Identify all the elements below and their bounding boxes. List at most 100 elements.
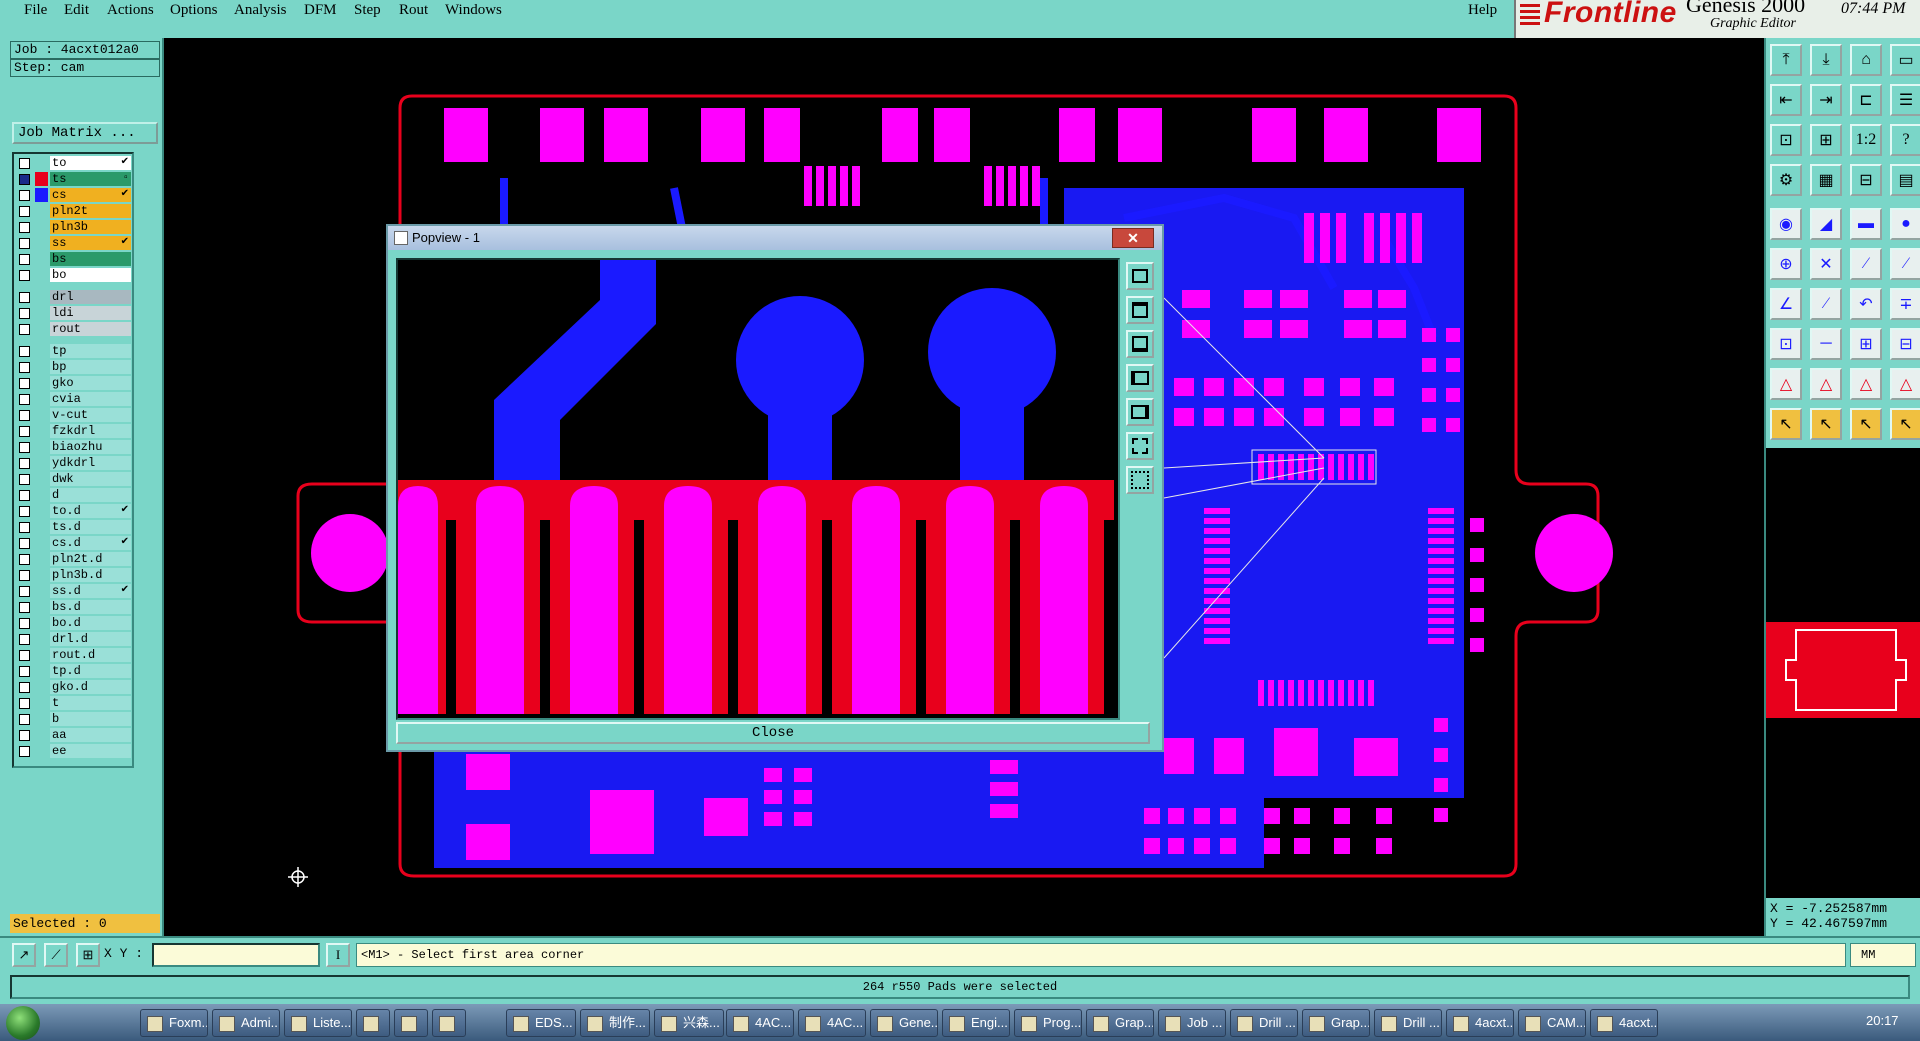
layer-name[interactable]: to.d ✔ xyxy=(50,504,131,518)
layer-color-swatch[interactable] xyxy=(35,488,48,502)
layer-row[interactable]: drl.d xyxy=(14,632,132,647)
grid-icon[interactable]: ⊞ xyxy=(76,943,100,967)
menu-help[interactable]: Help xyxy=(1468,2,1497,19)
select-arrow-icon[interactable]: ↖ xyxy=(1770,408,1802,440)
layer-row[interactable]: ss ✔ xyxy=(14,236,132,251)
layer-name[interactable]: d xyxy=(50,488,131,502)
triangle-icon[interactable]: △ xyxy=(1770,368,1802,400)
layer-checkbox[interactable] xyxy=(19,362,30,373)
layer-color-swatch[interactable] xyxy=(35,392,48,406)
layer-checkbox[interactable] xyxy=(19,490,30,501)
layer-name[interactable]: cs.d ✔ xyxy=(50,536,131,550)
taskbar-button[interactable]: Prog... xyxy=(1014,1009,1082,1037)
zoom-box-icon[interactable]: ⊏ xyxy=(1850,84,1882,116)
layer-row[interactable]: tp.d xyxy=(14,664,132,679)
layer-name[interactable]: dwk xyxy=(50,472,131,486)
layer-checkbox[interactable] xyxy=(19,394,30,405)
copy-icon[interactable]: ⊟ xyxy=(1890,328,1920,360)
layer-color-swatch[interactable] xyxy=(35,696,48,710)
measure-icon[interactable]: ⟋ xyxy=(44,943,68,967)
popview-zoom-in-icon[interactable] xyxy=(1126,296,1154,324)
layer-color-swatch[interactable] xyxy=(35,456,48,470)
layer-row[interactable]: fzkdrl xyxy=(14,424,132,439)
layer-color-swatch[interactable] xyxy=(35,552,48,566)
line-icon[interactable]: ▬ xyxy=(1850,208,1882,240)
layer-color-swatch[interactable] xyxy=(35,252,48,266)
layer-checkbox[interactable] xyxy=(19,570,30,581)
layer-name[interactable]: ldi xyxy=(50,306,131,320)
taskbar-button[interactable]: 4AC... xyxy=(726,1009,794,1037)
layer-color-swatch[interactable] xyxy=(35,290,48,304)
layer-row[interactable]: pln2t xyxy=(14,204,132,219)
layer-name[interactable]: rout.d xyxy=(50,648,131,662)
layer-name[interactable]: pln2t xyxy=(50,204,131,218)
menu-file[interactable]: File xyxy=(24,2,47,19)
layer-checkbox[interactable] xyxy=(19,308,30,319)
start-button-icon[interactable] xyxy=(6,1006,40,1040)
taskbar-button[interactable]: CAM... xyxy=(1518,1009,1586,1037)
taskbar-button[interactable]: Drill ... xyxy=(1230,1009,1298,1037)
box-icon[interactable]: ⊞ xyxy=(1850,328,1882,360)
layer-color-swatch[interactable] xyxy=(35,680,48,694)
layer-name[interactable]: ss.d ✔ xyxy=(50,584,131,598)
triangle-4-icon[interactable]: △ xyxy=(1890,368,1920,400)
layer-row[interactable]: bo xyxy=(14,268,132,283)
board-overview-minimap[interactable] xyxy=(1766,622,1920,718)
menu-windows[interactable]: Windows xyxy=(445,2,502,19)
layer-checkbox[interactable] xyxy=(19,254,30,265)
taskbar-button[interactable] xyxy=(432,1009,466,1037)
layer-row[interactable]: ee xyxy=(14,744,132,759)
layer-name[interactable]: bo xyxy=(50,268,131,282)
menu-dfm[interactable]: DFM xyxy=(304,2,337,19)
layer-checkbox[interactable] xyxy=(19,714,30,725)
layer-color-swatch[interactable] xyxy=(35,472,48,486)
popview-pan-left-icon[interactable] xyxy=(1126,364,1154,392)
layer-color-swatch[interactable] xyxy=(35,728,48,742)
layer-checkbox[interactable] xyxy=(19,602,30,613)
menu-actions[interactable]: Actions xyxy=(107,2,154,19)
layer-checkbox[interactable] xyxy=(19,324,30,335)
layer-name[interactable]: ydkdrl xyxy=(50,456,131,470)
layer-name[interactable]: gko xyxy=(50,376,131,390)
layer-row[interactable]: pln3b.d xyxy=(14,568,132,583)
pan-right-icon[interactable]: ⇥ xyxy=(1810,84,1842,116)
job-matrix-button[interactable]: Job Matrix ... xyxy=(12,122,158,144)
zoom-area-icon[interactable]: ⊞ xyxy=(1810,124,1842,156)
layer-name[interactable]: gko.d xyxy=(50,680,131,694)
layer-color-swatch[interactable] xyxy=(35,648,48,662)
layer-color-swatch[interactable] xyxy=(35,632,48,646)
snap-icon[interactable]: ↗ xyxy=(12,943,36,967)
layer-name[interactable]: b xyxy=(50,712,131,726)
delete-icon[interactable]: ✕ xyxy=(1810,248,1842,280)
layer-checkbox[interactable] xyxy=(19,746,30,757)
layer-color-swatch[interactable] xyxy=(35,344,48,358)
layer-row[interactable]: cvia xyxy=(14,392,132,407)
layer-color-swatch[interactable] xyxy=(35,306,48,320)
layer-name[interactable]: ts.d xyxy=(50,520,131,534)
taskbar-clock[interactable]: 20:17 xyxy=(1866,1013,1899,1028)
layer-name[interactable]: rout xyxy=(50,322,131,336)
layer-name[interactable]: tp.d xyxy=(50,664,131,678)
layer-name[interactable]: fzkdrl xyxy=(50,424,131,438)
layer-row[interactable]: ldi xyxy=(14,306,132,321)
layer-name[interactable]: pln3b.d xyxy=(50,568,131,582)
pan-left-icon[interactable]: ⇤ xyxy=(1770,84,1802,116)
layer-color-swatch[interactable] xyxy=(35,322,48,336)
layer-checkbox[interactable] xyxy=(19,442,30,453)
layer-color-swatch[interactable] xyxy=(35,600,48,614)
home-view-icon[interactable]: ⌂ xyxy=(1850,44,1882,76)
layer-checkbox[interactable] xyxy=(19,270,30,281)
list-icon[interactable]: ▤ xyxy=(1890,164,1920,196)
taskbar-button[interactable]: Gene... xyxy=(870,1009,938,1037)
layer-checkbox[interactable] xyxy=(19,346,30,357)
popview-fit-icon[interactable] xyxy=(1126,432,1154,460)
popview-zoom-out-icon[interactable] xyxy=(1126,330,1154,358)
popview-close-button[interactable]: Close xyxy=(396,722,1150,744)
layer-checkbox[interactable] xyxy=(19,474,30,485)
layer-row[interactable]: ts ▫ xyxy=(14,172,132,187)
layer-checkbox[interactable] xyxy=(19,618,30,629)
popview-pan-right-icon[interactable] xyxy=(1126,398,1154,426)
layer-row[interactable]: pln3b xyxy=(14,220,132,235)
taskbar-button[interactable]: Foxm... xyxy=(140,1009,208,1037)
layer-color-swatch[interactable] xyxy=(35,616,48,630)
